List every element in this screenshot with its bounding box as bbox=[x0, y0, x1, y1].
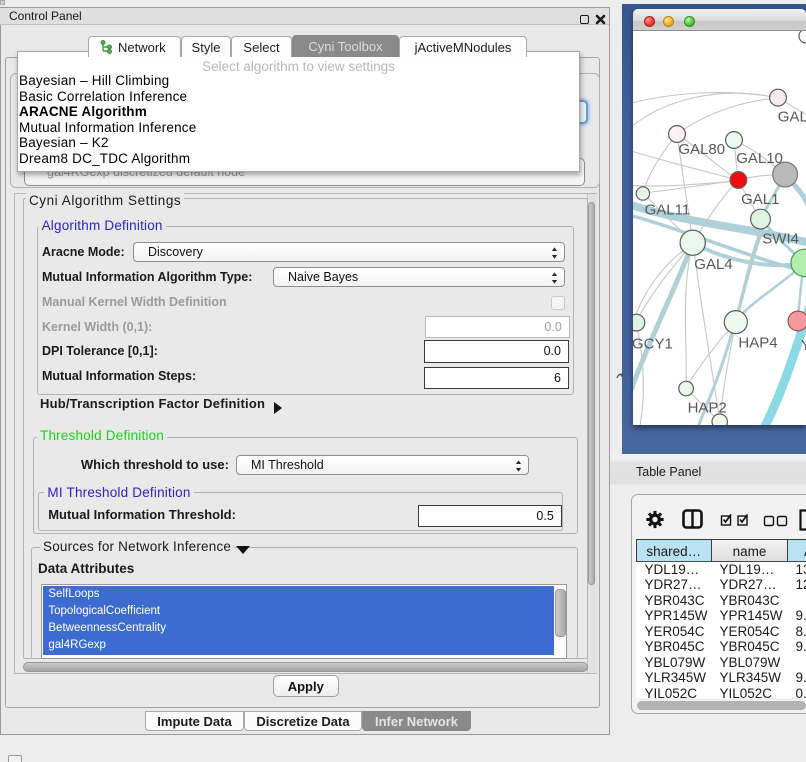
svg-text:GAL7: GAL7 bbox=[778, 109, 806, 126]
svg-text:GAL10: GAL10 bbox=[736, 150, 783, 167]
svg-text:GAL11: GAL11 bbox=[645, 202, 691, 219]
svg-text:HAP4: HAP4 bbox=[738, 335, 777, 352]
svg-text:GCY1: GCY1 bbox=[633, 336, 673, 353]
svg-text:HAP2: HAP2 bbox=[688, 400, 727, 417]
svg-text:SWI4: SWI4 bbox=[762, 231, 799, 248]
svg-text:GAL1: GAL1 bbox=[741, 191, 779, 208]
svg-text:GAL4: GAL4 bbox=[694, 256, 732, 273]
svg-text:Y: Y bbox=[801, 337, 806, 354]
svg-text:GAL80: GAL80 bbox=[678, 141, 725, 158]
